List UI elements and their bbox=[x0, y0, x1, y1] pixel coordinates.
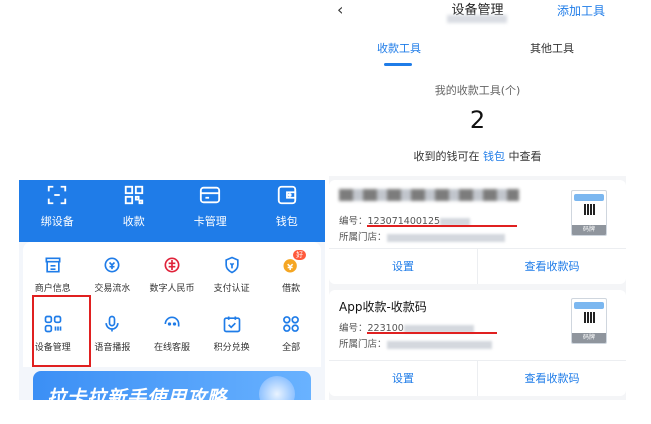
wallet-icon bbox=[277, 185, 296, 205]
grid-label: 商户信息 bbox=[34, 284, 71, 294]
note-suffix: 中查看 bbox=[505, 150, 542, 163]
nav-card-manage[interactable]: 卡管理 bbox=[172, 180, 249, 242]
digital-rmb-icon bbox=[164, 257, 180, 273]
qr-code-icon bbox=[584, 312, 595, 323]
merchant-info-icon bbox=[45, 257, 61, 273]
grid-merchant-info[interactable]: 商户信息 bbox=[23, 255, 83, 294]
view-qr-button[interactable]: 查看收款码 bbox=[477, 361, 626, 396]
grid-digital-rmb[interactable]: 数字人民币 bbox=[142, 255, 202, 294]
qr-plate-thumbnail[interactable]: 码牌 bbox=[571, 298, 607, 344]
card-actions: 设置 查看收款码 bbox=[329, 248, 626, 284]
blurred-store bbox=[386, 233, 505, 242]
tool-card: App收款-收款码 编号：223100 所属门店： 码牌 设置 查看收款码 bbox=[329, 290, 626, 396]
nav-label: 卡管理 bbox=[193, 215, 227, 228]
nav-label: 绑设备 bbox=[40, 215, 74, 228]
wallet-note: 收到的钱可在 钱包 中查看 bbox=[329, 148, 626, 164]
settings-button[interactable]: 设置 bbox=[329, 249, 477, 284]
active-tab-indicator bbox=[384, 63, 412, 66]
grid-label: 数字人民币 bbox=[149, 284, 195, 294]
banner-title: 拉卡拉新手使用攻略 bbox=[47, 387, 228, 400]
note-prefix: 收到的钱可在 bbox=[413, 150, 483, 163]
grid-loan[interactable]: 好 借款 bbox=[261, 250, 321, 294]
card-actions: 设置 查看收款码 bbox=[329, 360, 626, 396]
nav-label: 收款 bbox=[122, 215, 145, 228]
nav-bind-device[interactable]: 绑设备 bbox=[19, 180, 96, 242]
qr-code-icon bbox=[584, 204, 595, 215]
banner-decoration bbox=[259, 376, 295, 400]
qr-plate-label: 码牌 bbox=[572, 333, 606, 343]
qr-plate-label: 码牌 bbox=[572, 225, 606, 235]
all-icon bbox=[283, 316, 300, 332]
card-store-row: 所属门店： bbox=[339, 336, 492, 350]
wallet-link[interactable]: 钱包 bbox=[483, 150, 505, 163]
grid-transaction[interactable]: 交易流水 bbox=[83, 255, 143, 294]
tab-other-tools[interactable]: 其他工具 bbox=[530, 40, 574, 56]
microphone-icon bbox=[105, 315, 120, 332]
grid-customer-service[interactable]: 在线客服 bbox=[142, 314, 202, 353]
tab-bar: 收款工具 其他工具 bbox=[329, 30, 626, 68]
transaction-icon bbox=[104, 257, 120, 273]
tool-card: 编号：123071400125 所属门店： 码牌 设置 查看收款码 bbox=[329, 180, 626, 284]
grid-label: 交易流水 bbox=[94, 284, 131, 294]
qr-plate-thumbnail[interactable]: 码牌 bbox=[571, 190, 607, 236]
card-title: App收款-收款码 bbox=[339, 300, 427, 314]
scan-bind-icon bbox=[48, 185, 67, 205]
tool-summary: 我的收款工具(个) 2 收到的钱可在 钱包 中查看 bbox=[329, 68, 626, 176]
grid-label: 语音播报 bbox=[94, 343, 131, 353]
highlight-box bbox=[32, 295, 91, 367]
grid-label: 积分兑换 bbox=[213, 343, 250, 353]
grid-all[interactable]: 全部 bbox=[261, 314, 321, 353]
device-manage-screen: ‹ 设备管理 添加工具 收款工具 其他工具 我的收款工具(个) 2 收到的钱可在… bbox=[329, 0, 626, 400]
tab-collect-tools[interactable]: 收款工具 bbox=[377, 40, 421, 56]
grid-label: 支付认证 bbox=[213, 284, 250, 294]
blurred-subtitle bbox=[447, 15, 507, 23]
grid-label: 借款 bbox=[282, 284, 301, 294]
card-store-row: 所属门店： bbox=[339, 229, 505, 243]
summary-label: 我的收款工具(个) bbox=[434, 84, 521, 97]
red-underline bbox=[367, 332, 497, 334]
number-label: 编号： bbox=[339, 323, 368, 334]
grid-points-exchange[interactable]: 积分兑换 bbox=[202, 314, 262, 353]
customer-service-icon bbox=[164, 316, 180, 327]
view-qr-button[interactable]: 查看收款码 bbox=[477, 249, 626, 284]
points-exchange-icon bbox=[223, 316, 240, 333]
grid-label: 在线客服 bbox=[153, 343, 190, 353]
number-label: 编号： bbox=[339, 216, 368, 227]
store-label: 所属门店： bbox=[339, 232, 387, 243]
loan-badge: 好 bbox=[293, 250, 307, 260]
settings-button[interactable]: 设置 bbox=[329, 361, 477, 396]
grid-voice-broadcast[interactable]: 语音播报 bbox=[83, 314, 143, 353]
store-label: 所属门店： bbox=[339, 339, 387, 350]
blurred-store bbox=[386, 340, 492, 349]
promo-banner[interactable]: 拉卡拉新手使用攻略 bbox=[19, 367, 325, 400]
card-icon bbox=[200, 186, 221, 204]
nav-collect[interactable]: 收款 bbox=[96, 180, 173, 242]
qr-collect-icon bbox=[124, 185, 143, 205]
grid-label: 全部 bbox=[282, 343, 301, 353]
header: ‹ 设备管理 添加工具 bbox=[329, 0, 626, 30]
nav-label: 钱包 bbox=[275, 215, 298, 228]
app-top-nav-bar: 绑设备 收款 卡管理 钱包 bbox=[19, 180, 325, 242]
add-tool-button[interactable]: 添加工具 bbox=[557, 2, 605, 19]
red-underline bbox=[367, 225, 517, 227]
grid-payment-cert[interactable]: 支付认证 bbox=[202, 255, 262, 294]
blurred-card-title bbox=[339, 189, 519, 201]
nav-wallet[interactable]: 钱包 bbox=[249, 180, 326, 242]
shield-cert-icon bbox=[224, 256, 239, 274]
summary-count: 2 bbox=[469, 106, 486, 134]
